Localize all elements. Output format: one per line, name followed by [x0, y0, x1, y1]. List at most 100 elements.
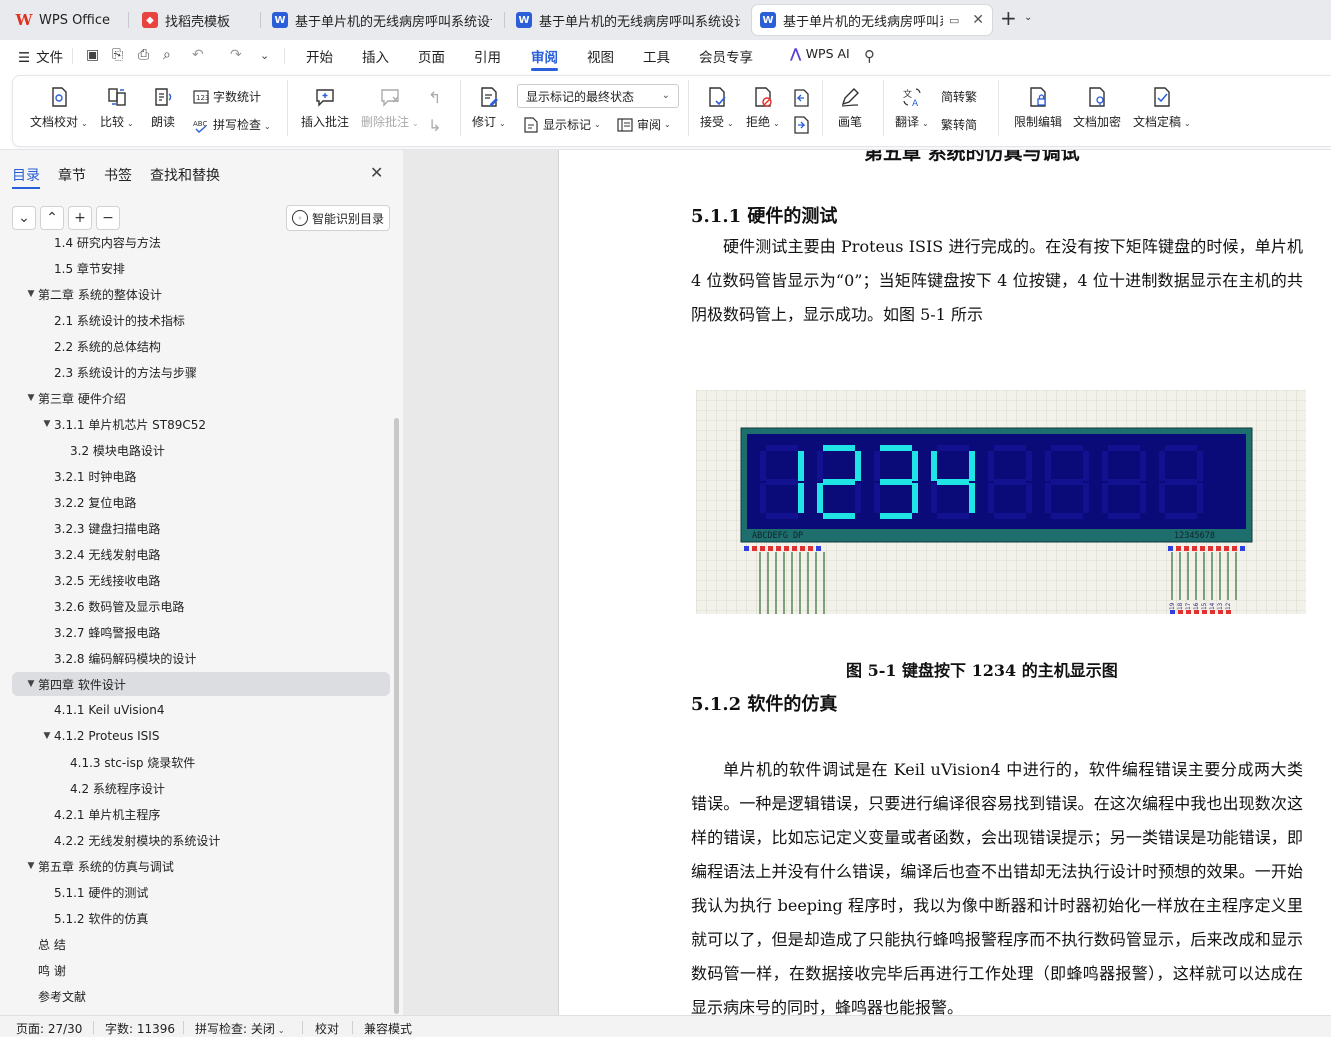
close-icon[interactable]: ✕: [966, 12, 984, 28]
menu-home[interactable]: 开始: [306, 46, 333, 66]
toc-item[interactable]: 1.4 研究内容与方法: [12, 236, 390, 254]
doc-proof-button[interactable]: 文档校对 ⌄: [30, 84, 88, 130]
toc-item[interactable]: 5.1.2 软件的仿真: [12, 906, 390, 930]
toc-item[interactable]: ▼ 3.1.1 单片机芯片 ST89C52: [12, 412, 390, 436]
new-tab-button[interactable]: +: [1000, 6, 1017, 30]
toc-item[interactable]: 3.2.5 无线接收电路: [12, 568, 390, 592]
toc-item[interactable]: 3.2.2 复位电路: [12, 490, 390, 514]
accept-button[interactable]: 接受 ⌄: [700, 84, 734, 130]
toc-item[interactable]: 3.2.4 无线发射电路: [12, 542, 390, 566]
toc-item[interactable]: 4.1.1 Keil uVision4: [12, 698, 390, 722]
previous-comment-icon[interactable]: ↰: [428, 88, 441, 107]
file-menu[interactable]: ☰ 文件: [18, 46, 63, 66]
nav-tab-bookmarks[interactable]: 书签: [104, 165, 132, 185]
expand-arrow-icon[interactable]: ▼: [40, 731, 54, 741]
toc-item[interactable]: 2.1 系统设计的技术指标: [12, 308, 390, 332]
toc-item[interactable]: ▼ 第五章 系统的仿真与调试: [12, 854, 390, 878]
remove-heading-button[interactable]: −: [96, 206, 120, 230]
finalize-button[interactable]: 文档定稿 ⌄: [1133, 84, 1191, 130]
toc-item[interactable]: 2.3 系统设计的方法与步骤: [12, 360, 390, 384]
expand-arrow-icon[interactable]: ▼: [24, 393, 38, 403]
smart-toc-button[interactable]: ◦ 智能识别目录: [286, 205, 390, 231]
toc-item[interactable]: 3.2.1 时钟电路: [12, 464, 390, 488]
tab-document-1[interactable]: W 基于单片机的无线病房呼叫系统设计（: [264, 5, 500, 35]
nav-tab-toc[interactable]: 目录: [12, 165, 40, 185]
expand-up-button[interactable]: ⌃: [40, 206, 64, 230]
toc-item[interactable]: 总 结: [12, 932, 390, 956]
next-change-icon[interactable]: [792, 115, 810, 138]
close-pane-icon[interactable]: ✕: [370, 163, 383, 182]
toc-item[interactable]: ▼ 4.1.2 Proteus ISIS: [12, 724, 390, 748]
menu-page[interactable]: 页面: [418, 46, 445, 66]
next-comment-icon[interactable]: ↳: [428, 116, 441, 135]
menu-review[interactable]: 审阅: [531, 46, 558, 66]
toc-item[interactable]: 3.2.8 编码解码模块的设计: [12, 646, 390, 670]
expand-arrow-icon[interactable]: ▼: [24, 289, 38, 299]
previous-change-icon[interactable]: [792, 88, 810, 111]
toc-item[interactable]: 鸣 谢: [12, 958, 390, 982]
read-aloud-button[interactable]: 朗读: [151, 84, 175, 130]
reject-button[interactable]: 拒绝 ⌄: [746, 84, 780, 130]
toc-item[interactable]: 3.2.3 键盘扫描电路: [12, 516, 390, 540]
toc-item[interactable]: 1.5 章节安排: [12, 256, 390, 280]
show-markup-button[interactable]: 显示标记 ⌄: [523, 116, 601, 133]
toc-item[interactable]: 4.1.3 stc-isp 烧录软件: [12, 750, 390, 774]
toc-item[interactable]: 3.2.7 蜂鸣警报电路: [12, 620, 390, 644]
word-count-indicator[interactable]: 字数: 11396: [105, 1020, 175, 1037]
tab-wps-office[interactable]: W WPS Office: [8, 5, 124, 35]
toc-item[interactable]: 2.2 系统的总体结构: [12, 334, 390, 358]
word-count-button[interactable]: 123 字数统计: [193, 88, 261, 105]
nav-tab-find-replace[interactable]: 查找和替换: [150, 165, 220, 185]
undo-icon[interactable]: ↶: [192, 47, 204, 63]
toc-item[interactable]: ▼ 第四章 软件设计: [12, 672, 390, 696]
tab-document-3-active[interactable]: W 基于单片机的无线病房呼叫系统 ▭ ✕: [752, 5, 992, 35]
menu-references[interactable]: 引用: [474, 46, 501, 66]
save-icon[interactable]: ▣: [86, 47, 99, 63]
print-preview-icon[interactable]: ⌕: [163, 47, 171, 63]
toc-item[interactable]: 4.2.1 单片机主程序: [12, 802, 390, 826]
toc-item[interactable]: 4.2 系统程序设计: [12, 776, 390, 800]
collapse-all-button[interactable]: ⌄: [12, 206, 36, 230]
wps-ai-button[interactable]: ⋀ WPS AI: [790, 46, 850, 62]
expand-arrow-icon[interactable]: ▼: [24, 679, 38, 689]
chevron-down-icon[interactable]: ⌄: [260, 49, 269, 62]
toc-item[interactable]: ▼ 第三章 硬件介绍: [12, 386, 390, 410]
toc-item[interactable]: 4.2.2 无线发射模块的系统设计: [12, 828, 390, 852]
share-icon[interactable]: ⎘: [112, 47, 123, 63]
menu-view[interactable]: 视图: [587, 46, 614, 66]
restrict-edit-button[interactable]: 限制编辑: [1014, 84, 1062, 130]
spell-check-button[interactable]: ABC 拼写检查 ⌄: [193, 116, 271, 133]
tab-docer-templates[interactable]: ◆ 找稻壳模板: [134, 5, 256, 35]
pen-button[interactable]: 画笔: [838, 84, 862, 130]
spell-check-indicator[interactable]: 拼写检查: 关闭 ⌄: [195, 1020, 285, 1037]
insert-comment-button[interactable]: 插入批注: [301, 84, 349, 130]
toc-item[interactable]: 3.2 模块电路设计: [12, 438, 390, 462]
add-heading-button[interactable]: +: [68, 206, 92, 230]
page-indicator[interactable]: 页面: 27/30: [16, 1020, 82, 1037]
simplified-to-traditional-button[interactable]: 简转繁: [941, 88, 977, 105]
toc-scrollbar[interactable]: [394, 418, 399, 1014]
nav-tab-chapters[interactable]: 章节: [58, 165, 86, 185]
search-icon[interactable]: ⚲: [864, 47, 875, 65]
translate-button[interactable]: 文A 翻译 ⌄: [895, 84, 929, 130]
toc-item[interactable]: 参考文献: [12, 984, 390, 1008]
redo-icon[interactable]: ↷: [230, 47, 242, 63]
print-icon[interactable]: ⎙: [138, 47, 149, 63]
track-changes-button[interactable]: 修订 ⌄: [472, 84, 506, 130]
toc-item[interactable]: 5.1.1 硬件的测试: [12, 880, 390, 904]
chevron-down-icon[interactable]: ⌄: [1024, 12, 1032, 23]
compare-button[interactable]: 比较 ⌄: [100, 84, 134, 130]
review-pane-button[interactable]: 审阅 ⌄: [617, 116, 671, 133]
menu-member[interactable]: 会员专享: [699, 46, 753, 66]
delete-comment-button[interactable]: 删除批注 ⌄: [361, 84, 419, 130]
markup-state-select[interactable]: 显示标记的最终状态 ⌄: [517, 84, 679, 108]
encrypt-button[interactable]: 文档加密: [1073, 84, 1121, 130]
toc-item[interactable]: 3.2.6 数码管及显示电路: [12, 594, 390, 618]
traditional-to-simplified-button[interactable]: 繁转简: [941, 116, 977, 133]
toc-item[interactable]: ▼ 第二章 系统的整体设计: [12, 282, 390, 306]
proof-indicator[interactable]: 校对: [315, 1020, 339, 1037]
tab-document-2[interactable]: W 基于单片机的无线病房呼叫系统设计 3: [508, 5, 748, 35]
menu-tools[interactable]: 工具: [643, 46, 670, 66]
menu-insert[interactable]: 插入: [362, 46, 389, 66]
expand-arrow-icon[interactable]: ▼: [24, 861, 38, 871]
